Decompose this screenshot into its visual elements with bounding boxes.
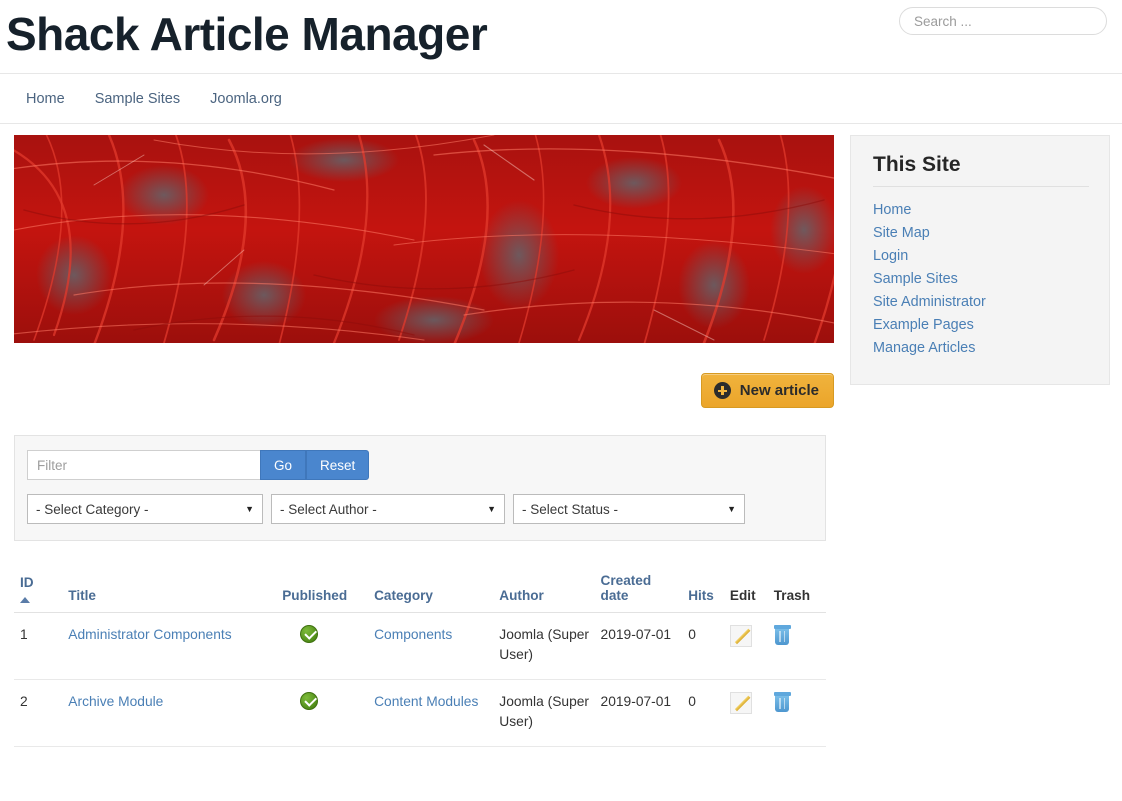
column-header-created-date-line2: date [600, 588, 629, 603]
nav-item-joomla-org[interactable]: Joomla.org [208, 89, 284, 109]
column-header-title[interactable]: Title [68, 573, 283, 613]
body-layout: New article Go Reset - Select Category -… [0, 124, 1122, 747]
category-select[interactable]: - Select Category - ▼ [27, 494, 263, 524]
search-container [899, 7, 1107, 35]
list-item: Login [873, 246, 1089, 267]
list-item: Home [873, 200, 1089, 221]
sidebar: This Site Home Site Map Login Sample Sit… [850, 124, 1110, 385]
articles-table-body: 1 Administrator Components Components Jo… [14, 612, 826, 747]
table-row: 2 Archive Module Content Modules Joomla … [14, 679, 826, 747]
chevron-down-icon: ▼ [727, 504, 736, 514]
toolbar: New article [14, 373, 834, 408]
main-navigation: Home Sample Sites Joomla.org [0, 73, 1122, 124]
category-link[interactable]: Components [374, 627, 452, 642]
module-title: This Site [873, 153, 1089, 187]
filter-input[interactable] [27, 450, 260, 480]
nav-item-home[interactable]: Home [24, 89, 67, 109]
cell-published [282, 679, 375, 747]
column-header-created-date-line1: Created [600, 573, 652, 588]
main-content: New article Go Reset - Select Category -… [14, 124, 834, 747]
filter-select-row: - Select Category - ▼ - Select Author - … [27, 494, 813, 524]
sort-ascending-icon [20, 597, 30, 603]
trash-icon[interactable] [773, 625, 791, 645]
sidebar-item-home[interactable]: Home [873, 200, 911, 221]
category-select-value: - Select Category - [36, 501, 149, 517]
cell-id: 1 [14, 612, 69, 680]
edit-pencil-icon[interactable] [729, 625, 752, 647]
sidebar-item-manage-articles[interactable]: Manage Articles [873, 338, 975, 359]
filter-search-row: Go Reset [27, 450, 813, 480]
cell-category: Components [374, 612, 500, 680]
author-select-value: - Select Author - [280, 501, 377, 517]
list-item: Site Map [873, 223, 1089, 244]
column-header-author[interactable]: Author [499, 573, 601, 613]
published-check-icon[interactable] [300, 625, 319, 643]
column-header-created-date[interactable]: Created date [600, 573, 689, 613]
cell-created-date: 2019-07-01 [600, 679, 689, 747]
cell-id: 2 [14, 679, 69, 747]
published-check-icon[interactable] [300, 692, 319, 710]
cell-edit [729, 679, 774, 747]
sidebar-item-login[interactable]: Login [873, 246, 908, 267]
column-header-hits[interactable]: Hits [688, 573, 730, 613]
status-select[interactable]: - Select Status - ▼ [513, 494, 745, 524]
nav-item-sample-sites[interactable]: Sample Sites [93, 89, 182, 109]
articles-table: ID Title Published Category Author Creat… [14, 573, 826, 747]
cell-edit [729, 612, 774, 680]
cell-hits: 0 [688, 612, 730, 680]
sidebar-item-sample-sites[interactable]: Sample Sites [873, 269, 958, 290]
list-item: Example Pages [873, 315, 1089, 336]
column-header-id-label: ID [20, 575, 34, 590]
status-select-value: - Select Status - [522, 501, 619, 517]
cell-category: Content Modules [374, 679, 500, 747]
sidebar-item-example-pages[interactable]: Example Pages [873, 315, 974, 336]
filter-go-button[interactable]: Go [260, 450, 307, 480]
column-header-edit: Edit [729, 573, 774, 613]
table-row: 1 Administrator Components Components Jo… [14, 612, 826, 680]
sidebar-item-site-map[interactable]: Site Map [873, 223, 930, 244]
sidebar-item-site-administrator[interactable]: Site Administrator [873, 292, 986, 313]
new-article-label: New article [739, 382, 819, 399]
column-header-id[interactable]: ID [14, 573, 69, 613]
hero-banner-image [14, 135, 834, 343]
page-header: Shack Article Manager [0, 0, 1122, 73]
page-title: Shack Article Manager [6, 8, 488, 60]
search-input[interactable] [899, 7, 1107, 35]
cell-trash [773, 679, 826, 747]
cell-trash [773, 612, 826, 680]
cell-title: Archive Module [68, 679, 283, 747]
plus-circle-icon [713, 382, 731, 399]
cell-hits: 0 [688, 679, 730, 747]
edit-pencil-icon[interactable] [729, 692, 752, 714]
chevron-down-icon: ▼ [245, 504, 254, 514]
page-root: Shack Article Manager Home Sample Sites … [0, 0, 1122, 801]
column-header-trash: Trash [773, 573, 826, 613]
articles-table-head: ID Title Published Category Author Creat… [14, 573, 826, 613]
article-title-link[interactable]: Archive Module [68, 694, 163, 709]
list-item: Sample Sites [873, 269, 1089, 290]
cell-title: Administrator Components [68, 612, 283, 680]
author-select[interactable]: - Select Author - ▼ [271, 494, 505, 524]
cell-created-date: 2019-07-01 [600, 612, 689, 680]
this-site-module: This Site Home Site Map Login Sample Sit… [850, 135, 1110, 385]
cell-author: Joomla (Super User) [499, 679, 601, 747]
cell-published [282, 612, 375, 680]
category-link[interactable]: Content Modules [374, 694, 478, 709]
column-header-category[interactable]: Category [374, 573, 500, 613]
new-article-button[interactable]: New article [700, 373, 834, 408]
filter-reset-button[interactable]: Reset [306, 450, 370, 480]
article-title-link[interactable]: Administrator Components [68, 627, 231, 642]
trash-icon[interactable] [773, 692, 791, 712]
column-header-published[interactable]: Published [282, 573, 375, 613]
list-item: Manage Articles [873, 338, 1089, 359]
cell-author: Joomla (Super User) [499, 612, 601, 680]
table-header-row: ID Title Published Category Author Creat… [14, 573, 826, 613]
sidebar-menu: Home Site Map Login Sample Sites Site Ad… [873, 194, 1089, 359]
list-item: Site Administrator [873, 292, 1089, 313]
filter-panel: Go Reset - Select Category - ▼ - Select … [14, 435, 826, 541]
chevron-down-icon: ▼ [487, 504, 496, 514]
